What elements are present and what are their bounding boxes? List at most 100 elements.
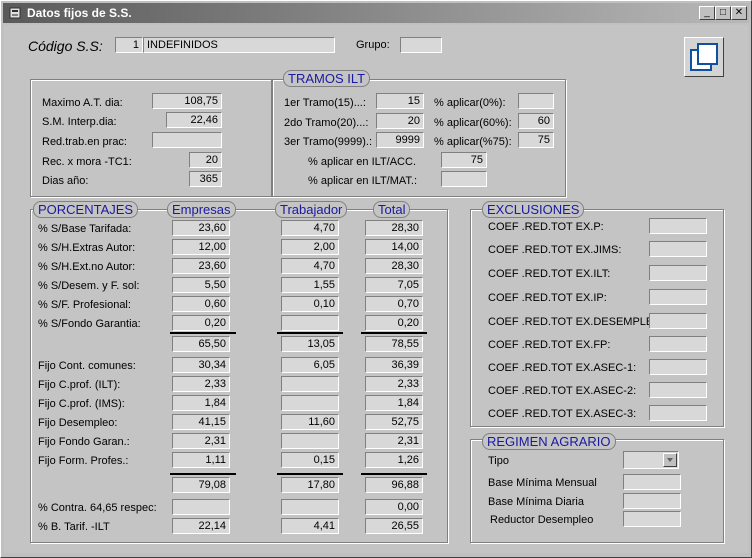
trabajador-value[interactable]: 0,15 (281, 452, 339, 468)
trabajador-value[interactable]: 11,60 (281, 414, 339, 430)
sum1-line-trabajador (277, 332, 343, 334)
dias-anio-input[interactable]: 365 (189, 171, 222, 187)
exclusion-label: COEF .RED.TOT EX.P: (488, 221, 604, 233)
reductor-input[interactable] (623, 511, 681, 527)
pct0-input[interactable] (518, 93, 554, 109)
trabajador-value[interactable] (281, 376, 339, 392)
codigo-input[interactable]: 1 (115, 37, 143, 53)
trabajador-value[interactable]: 1,55 (281, 277, 339, 293)
tipo-select[interactable] (623, 451, 679, 469)
empresas-value[interactable]: 41,15 (172, 414, 230, 430)
tramo2-label: 2do Tramo(20)...: (284, 117, 369, 129)
total-value[interactable]: 2,31 (365, 433, 423, 449)
max-at-label: Maximo A.T. dia: (42, 97, 123, 109)
exclusion-input[interactable] (649, 405, 707, 421)
pct-row-label: % S/Fondo Garantia: (38, 318, 141, 330)
exclusion-input[interactable] (649, 241, 707, 257)
empresas-value[interactable]: 0,20 (172, 315, 230, 331)
codigo-description: INDEFINIDOS (143, 37, 335, 53)
pct60-input[interactable]: 60 (518, 113, 554, 129)
total-value[interactable]: 14,00 (365, 239, 423, 255)
exclusion-input[interactable] (649, 382, 707, 398)
close-button[interactable]: ✕ (731, 6, 747, 20)
trabajador-value[interactable] (281, 395, 339, 411)
max-at-input[interactable]: 108,75 (152, 93, 222, 109)
empresas-value[interactable]: 65,50 (172, 336, 230, 352)
tramo2-input[interactable]: 20 (376, 113, 424, 129)
empresas-value[interactable]: 30,34 (172, 357, 230, 373)
trabajador-value[interactable]: 13,05 (281, 336, 339, 352)
grupo-input[interactable] (400, 37, 442, 53)
total-value[interactable]: 0,20 (365, 315, 423, 331)
minimize-button[interactable]: _ (699, 6, 715, 20)
exclusion-input[interactable] (649, 359, 707, 375)
total-value[interactable]: 52,75 (365, 414, 423, 430)
tramo1-input[interactable]: 15 (376, 93, 424, 109)
trabajador-value[interactable]: 4,41 (281, 518, 339, 534)
dropdown-arrow-icon[interactable] (663, 453, 677, 467)
pct75-input[interactable]: 75 (518, 132, 554, 148)
pct-row-label: % S/Desem. y F. sol: (38, 280, 140, 292)
total-value[interactable]: 0,00 (365, 499, 423, 515)
empresas-value[interactable]: 2,31 (172, 433, 230, 449)
total-value[interactable]: 0,70 (365, 296, 423, 312)
empresas-value[interactable]: 12,00 (172, 239, 230, 255)
tipo-label: Tipo (488, 455, 509, 467)
empresas-value[interactable]: 2,33 (172, 376, 230, 392)
exclusion-input[interactable] (649, 218, 707, 234)
empresas-value[interactable]: 23,60 (172, 258, 230, 274)
empresas-value[interactable]: 79,08 (172, 477, 230, 493)
trabajador-value[interactable]: 2,00 (281, 239, 339, 255)
total-value[interactable]: 2,33 (365, 376, 423, 392)
maximize-button[interactable]: □ (715, 6, 731, 20)
base-mensual-input[interactable] (623, 474, 681, 490)
empresas-value[interactable]: 22,14 (172, 518, 230, 534)
codigo-label: Código S.S: (28, 38, 103, 54)
base-diaria-input[interactable] (623, 493, 681, 509)
exclusion-label: COEF .RED.TOT EX.ILT: (488, 268, 611, 280)
total-value[interactable]: 96,88 (365, 477, 423, 493)
sum2-line-trabajador (277, 473, 343, 475)
window-title: Datos fijos de S.S. (27, 6, 132, 20)
empresas-value[interactable]: 1,84 (172, 395, 230, 411)
pct-row-label: Fijo Fondo Garan.: (38, 436, 130, 448)
empresas-value[interactable]: 0,60 (172, 296, 230, 312)
title-bar[interactable]: Datos fijos de S.S. _ □ ✕ (3, 3, 749, 23)
total-value[interactable]: 1,84 (365, 395, 423, 411)
total-value[interactable]: 28,30 (365, 220, 423, 236)
total-value[interactable]: 1,26 (365, 452, 423, 468)
total-value[interactable]: 26,55 (365, 518, 423, 534)
sum2-line-total (361, 473, 427, 475)
empresas-value[interactable]: 23,60 (172, 220, 230, 236)
pct-row-label: Fijo Desempleo: (38, 417, 118, 429)
windows-button[interactable] (684, 37, 724, 77)
ilt-acc-input[interactable]: 75 (441, 152, 487, 168)
exclusion-input[interactable] (649, 313, 707, 329)
ilt-mat-input[interactable] (441, 171, 487, 187)
red-trab-input[interactable] (152, 132, 222, 148)
trabajador-value[interactable]: 4,70 (281, 258, 339, 274)
empresas-value[interactable] (172, 499, 230, 515)
sm-interp-input[interactable]: 22,46 (166, 112, 222, 128)
total-value[interactable]: 28,30 (365, 258, 423, 274)
tramo3-input[interactable]: 9999 (376, 132, 424, 148)
sm-interp-label: S.M. Interp.dia: (42, 116, 117, 128)
trabajador-value[interactable]: 6,05 (281, 357, 339, 373)
total-value[interactable]: 78,55 (365, 336, 423, 352)
agrario-title: REGIMEN AGRARIO (482, 433, 616, 450)
trabajador-value[interactable]: 17,80 (281, 477, 339, 493)
trabajador-value[interactable]: 0,10 (281, 296, 339, 312)
empresas-value[interactable]: 1,11 (172, 452, 230, 468)
exclusion-input[interactable] (649, 265, 707, 281)
trabajador-value[interactable] (281, 315, 339, 331)
total-value[interactable]: 7,05 (365, 277, 423, 293)
trabajador-value[interactable] (281, 433, 339, 449)
empresas-value[interactable]: 5,50 (172, 277, 230, 293)
trabajador-value[interactable] (281, 499, 339, 515)
exclusion-input[interactable] (649, 336, 707, 352)
rec-mora-input[interactable]: 20 (189, 152, 222, 168)
pct-row-label: % S/F. Profesional: (38, 299, 131, 311)
total-value[interactable]: 36,39 (365, 357, 423, 373)
exclusion-input[interactable] (649, 289, 707, 305)
trabajador-value[interactable]: 4,70 (281, 220, 339, 236)
